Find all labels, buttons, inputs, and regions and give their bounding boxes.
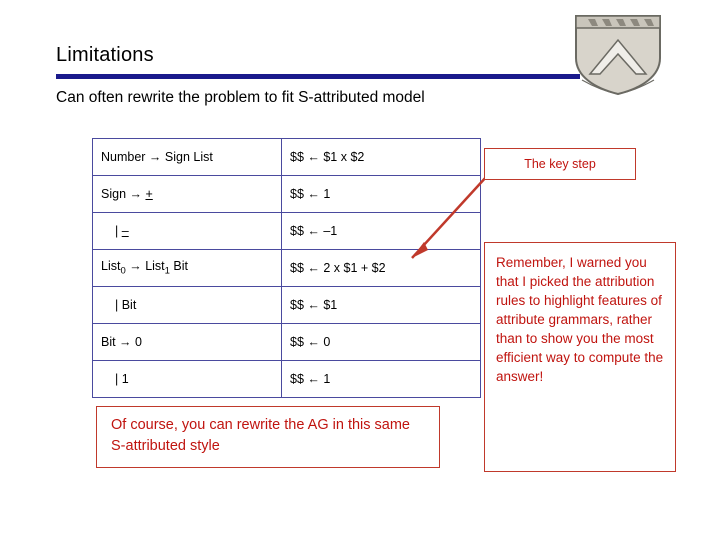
grammar-lhs: | 1 bbox=[92, 360, 282, 398]
grammar-rhs: $$ ← 1 bbox=[281, 360, 481, 398]
slide: Limitations Can often rewrite the proble… bbox=[0, 0, 720, 540]
rice-university-crest-icon bbox=[572, 14, 664, 96]
table-row: | 1 $$ ← 1 bbox=[92, 360, 481, 398]
grammar-lhs: | Bit bbox=[92, 286, 282, 324]
table-row: | Bit $$ ← $1 bbox=[92, 286, 481, 324]
grammar-rhs: $$ ← $1 bbox=[281, 286, 481, 324]
grammar-lhs: Bit → 0 bbox=[92, 323, 282, 361]
callout-of-course: Of course, you can rewrite the AG in thi… bbox=[96, 406, 440, 468]
grammar-lhs: | – bbox=[92, 212, 282, 250]
callout-remember: Remember, I warned you that I picked the… bbox=[484, 242, 676, 472]
subtitle-text: Can often rewrite the problem to fit S-a… bbox=[56, 89, 425, 106]
page-title: Limitations bbox=[56, 44, 154, 66]
callout-key-step-label: The key step bbox=[524, 157, 596, 171]
grammar-lhs: Sign → + bbox=[92, 175, 282, 213]
grammar-rhs: $$ ← 0 bbox=[281, 323, 481, 361]
callout-key-step: The key step bbox=[484, 148, 636, 180]
title-divider bbox=[56, 74, 580, 79]
grammar-lhs: Number → Sign List bbox=[92, 138, 282, 176]
grammar-lhs: List0 → List1 Bit bbox=[92, 249, 282, 287]
table-row: Bit → 0 $$ ← 0 bbox=[92, 323, 481, 361]
